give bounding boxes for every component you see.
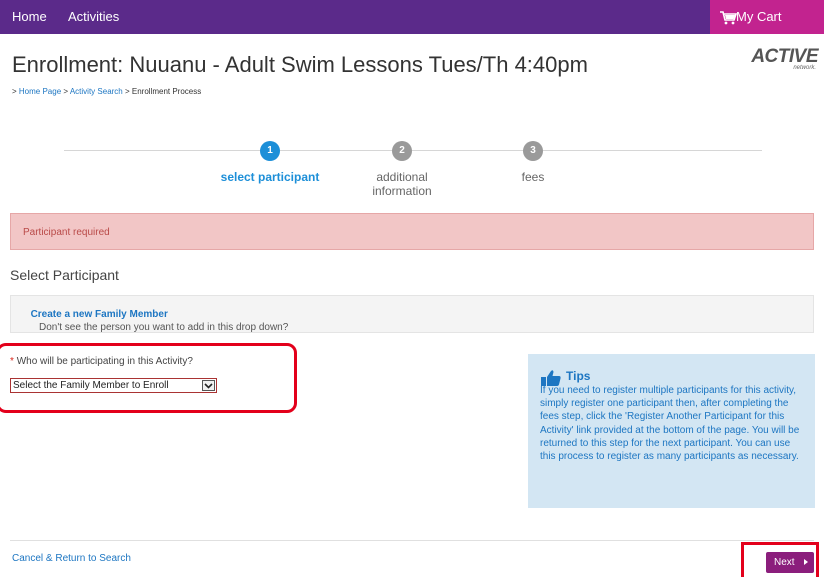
page-title: Enrollment: Nuuanu - Adult Swim Lessons … bbox=[12, 52, 588, 77]
top-nav-bar: Home Activities My Cart bbox=[0, 0, 824, 34]
breadcrumb-home-link[interactable]: Home Page bbox=[19, 87, 61, 96]
breadcrumb-separator: > bbox=[122, 87, 132, 96]
logo-sub: network. bbox=[793, 65, 816, 71]
participant-question: * Who will be participating in this Acti… bbox=[10, 356, 193, 367]
next-button-label: Next bbox=[774, 557, 795, 568]
nav-home-link[interactable]: Home bbox=[12, 9, 47, 24]
breadcrumb-search-link[interactable]: Activity Search bbox=[70, 87, 123, 96]
tips-title: Tips bbox=[566, 369, 591, 383]
footer-divider bbox=[10, 540, 814, 541]
family-member-info-box: Don't see the person you want to add in … bbox=[10, 295, 814, 333]
step-3-label: fees bbox=[521, 170, 545, 184]
step-2-label: additional information bbox=[372, 170, 432, 198]
my-cart-button[interactable]: My Cart bbox=[710, 0, 824, 34]
step-3-circle[interactable]: 3 bbox=[523, 141, 543, 161]
info-text: Don't see the person you want to add in … bbox=[39, 322, 289, 333]
error-alert-text: Participant required bbox=[23, 227, 110, 238]
tips-body: If you need to register multiple partici… bbox=[540, 385, 800, 463]
my-cart-label: My Cart bbox=[736, 9, 782, 24]
info-text-wrap: Don't see the person you want to add in … bbox=[25, 309, 289, 333]
create-family-member-link[interactable]: Create a new Family Member bbox=[31, 309, 168, 320]
next-button[interactable]: Next bbox=[766, 552, 814, 573]
cancel-return-link[interactable]: Cancel & Return to Search bbox=[12, 553, 131, 564]
steps-progress-line bbox=[64, 150, 762, 151]
play-arrow-icon bbox=[804, 559, 808, 565]
breadcrumb-prefix: > bbox=[12, 87, 19, 96]
breadcrumb-separator: > bbox=[61, 87, 70, 96]
required-asterisk: * bbox=[10, 356, 14, 367]
step-2-circle[interactable]: 2 bbox=[392, 141, 412, 161]
participant-question-label: Who will be participating in this Activi… bbox=[16, 356, 193, 367]
step-1-circle[interactable]: 1 bbox=[260, 141, 280, 161]
tips-panel: Tips If you need to register multiple pa… bbox=[528, 354, 815, 508]
family-member-select-value: Select the Family Member to Enroll bbox=[13, 380, 169, 391]
nav-activities-link[interactable]: Activities bbox=[68, 9, 119, 24]
section-title: Select Participant bbox=[10, 267, 119, 283]
family-member-select[interactable]: Select the Family Member to Enroll bbox=[10, 378, 217, 393]
breadcrumb: > Home Page > Activity Search > Enrollme… bbox=[12, 87, 201, 96]
breadcrumb-current: Enrollment Process bbox=[131, 87, 202, 96]
error-alert: Participant required bbox=[10, 213, 814, 250]
active-network-logo: ACTIVE network. bbox=[738, 46, 818, 74]
step-1-label: select participant bbox=[220, 170, 320, 184]
chevron-down-icon[interactable] bbox=[202, 380, 215, 391]
